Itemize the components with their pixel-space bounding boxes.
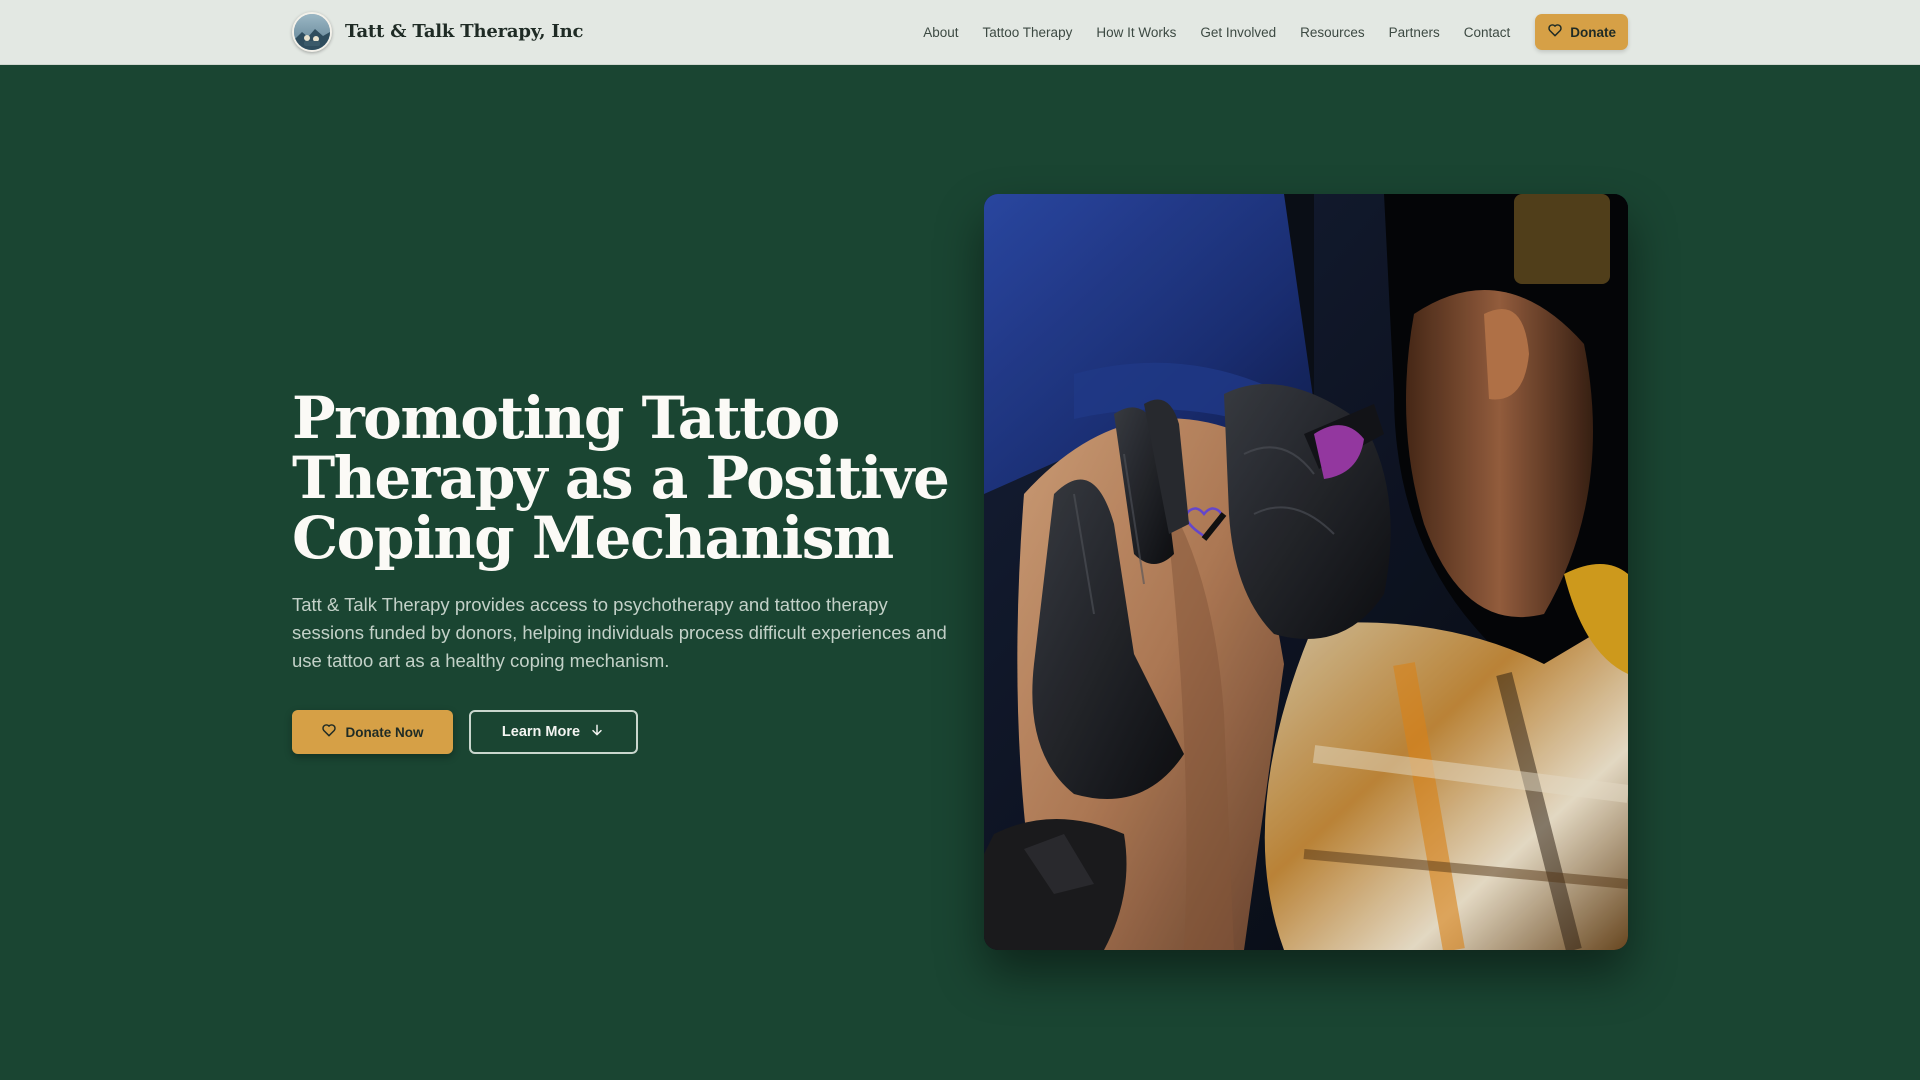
header-donate-button[interactable]: Donate xyxy=(1535,14,1628,50)
nav-link-how-it-works[interactable]: How It Works xyxy=(1096,25,1176,40)
nav-link-partners[interactable]: Partners xyxy=(1389,25,1440,40)
brand-home-link[interactable]: Tatt & Talk Therapy, Inc xyxy=(292,11,583,52)
heart-icon xyxy=(321,722,337,743)
hero-title-line-1: Promoting Tattoo xyxy=(292,384,840,452)
arrow-down-icon xyxy=(589,722,605,743)
nav-link-tattoo-therapy[interactable]: Tattoo Therapy xyxy=(983,25,1073,40)
tattoo-artist-photo xyxy=(984,194,1628,950)
hero-title-line-2: Therapy as a Positive xyxy=(292,444,950,512)
donate-now-button[interactable]: Donate Now xyxy=(292,710,453,754)
hero-title: Promoting Tattoo Therapy as a Positive C… xyxy=(292,388,952,568)
heart-icon xyxy=(1547,22,1563,43)
site-header: Tatt & Talk Therapy, Inc About Tattoo Th… xyxy=(0,0,1920,65)
learn-more-label: Learn More xyxy=(501,724,581,740)
nav-link-contact[interactable]: Contact xyxy=(1464,25,1511,40)
main-navigation: About Tattoo Therapy How It Works Get In… xyxy=(923,0,1628,64)
donate-now-label: Donate Now xyxy=(345,724,424,740)
nav-link-resources[interactable]: Resources xyxy=(1300,25,1365,40)
nav-link-get-involved[interactable]: Get Involved xyxy=(1200,25,1276,40)
header-donate-label: Donate xyxy=(1570,24,1616,40)
brand-name: Tatt & Talk Therapy, Inc xyxy=(345,21,584,42)
hero-actions: Donate Now Learn More xyxy=(292,710,952,754)
hero-section: Promoting Tattoo Therapy as a Positive C… xyxy=(292,388,952,754)
organization-logo-icon xyxy=(292,11,332,52)
learn-more-button[interactable]: Learn More xyxy=(469,710,638,754)
hero-subtitle: Tatt & Talk Therapy provides access to p… xyxy=(292,594,947,671)
hero-title-line-3: Coping Mechanism xyxy=(292,504,894,572)
nav-link-about[interactable]: About xyxy=(923,25,958,40)
